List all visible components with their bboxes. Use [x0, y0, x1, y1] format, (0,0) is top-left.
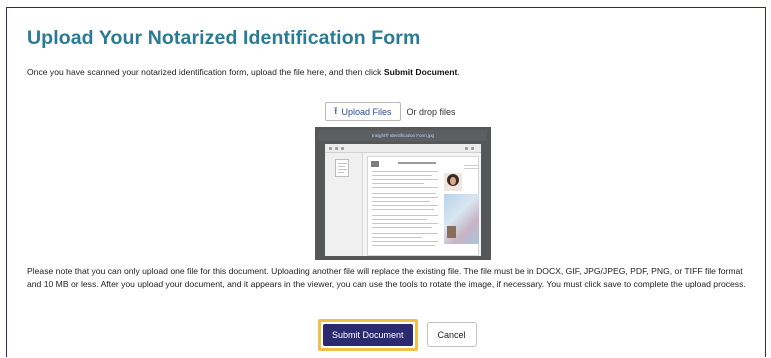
text-line [372, 183, 424, 184]
intro-text: Once you have scanned your notarized ide… [27, 67, 460, 77]
logo-mark [371, 161, 379, 167]
id-card-photo [447, 226, 456, 238]
photo-face [450, 177, 456, 185]
text-line [372, 205, 438, 206]
intro-body: Once you have scanned your notarized ide… [27, 67, 382, 77]
text-line [372, 223, 438, 224]
intro-bold: Submit Document [383, 67, 458, 77]
text-line [372, 171, 438, 172]
text-line [464, 168, 478, 169]
thumb-line [338, 172, 344, 173]
text-line [372, 187, 438, 188]
text-line [372, 227, 432, 228]
preview-sidebar [325, 153, 363, 256]
text-line [372, 215, 438, 216]
text-line [372, 245, 435, 246]
upload-row: ⭱ Upload Files Or drop files [325, 102, 456, 121]
thumb-line [338, 166, 345, 167]
id-card-image [444, 194, 479, 244]
text-line [372, 233, 438, 234]
text-line [464, 165, 478, 166]
drop-zone-label[interactable]: Or drop files [407, 107, 456, 117]
viewer-filename: Insight® Identification Form.jpg [371, 133, 435, 138]
document-preview-image [325, 144, 481, 256]
toolbar-icon [335, 147, 338, 150]
text-line [372, 175, 432, 176]
intro-end: . [457, 67, 460, 77]
upload-icon: ⭱ [334, 105, 338, 117]
submit-document-button[interactable]: Submit Document [323, 323, 413, 346]
page-thumbnail [335, 159, 349, 177]
upload-instructions: Please note that you can only upload one… [27, 266, 746, 290]
text-line [372, 197, 438, 198]
sheet-heading-mark [398, 162, 436, 164]
preview-toolbar [325, 144, 481, 153]
page-title: Upload Your Notarized Identification For… [27, 27, 421, 49]
text-line [372, 179, 438, 180]
toolbar-icon [465, 147, 468, 150]
viewer-header: Insight® Identification Form.jpg [319, 130, 487, 141]
thumb-line [338, 163, 347, 164]
toolbar-icon [341, 147, 344, 150]
text-line [372, 209, 434, 210]
portrait-photo [444, 173, 462, 191]
form-actions: Submit Document Cancel [318, 318, 477, 351]
submit-highlight: Submit Document [318, 318, 418, 351]
thumb-line [338, 169, 347, 170]
preview-sheet [367, 156, 479, 256]
upload-files-label: Upload Files [341, 106, 392, 117]
cancel-button[interactable]: Cancel [426, 322, 477, 347]
upload-files-button[interactable]: ⭱ Upload Files [325, 102, 401, 121]
text-line [372, 219, 427, 220]
text-line [372, 193, 436, 194]
text-line [372, 241, 438, 242]
text-line [372, 201, 430, 202]
document-viewer[interactable]: Insight® Identification Form.jpg [315, 127, 491, 260]
toolbar-icon [471, 147, 474, 150]
text-line [372, 237, 422, 238]
toolbar-icon [329, 147, 332, 150]
